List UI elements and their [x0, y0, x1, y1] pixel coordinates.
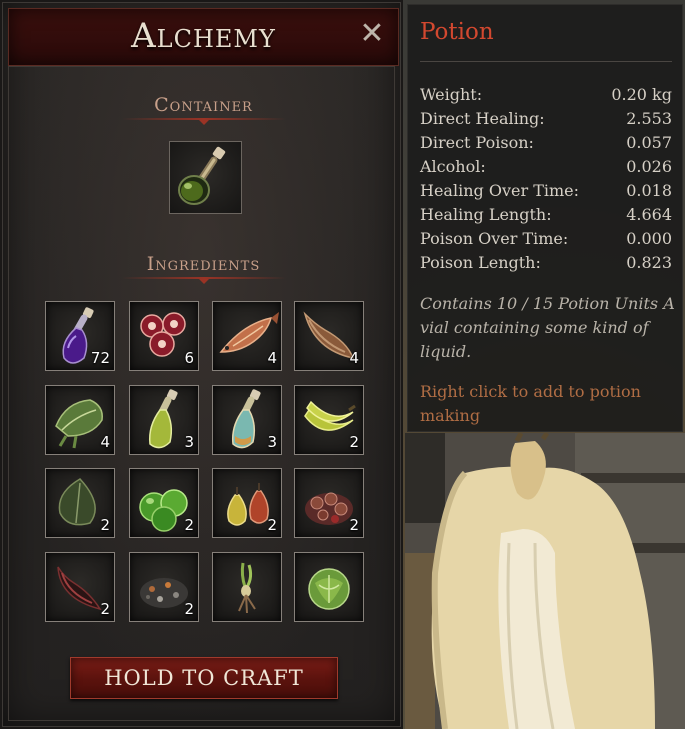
- item-count: 2: [100, 600, 110, 618]
- stat-label: Direct Poison:: [420, 133, 534, 152]
- ingredient-slot[interactable]: 4: [212, 301, 282, 371]
- item-count: 4: [349, 349, 359, 367]
- ingredient-slot[interactable]: 2: [45, 552, 115, 622]
- item-count: 3: [267, 433, 277, 451]
- ingredients-divider: [122, 277, 286, 284]
- item-count: 4: [267, 349, 277, 367]
- item-count: 6: [184, 349, 194, 367]
- ingredient-slot[interactable]: 2: [129, 552, 199, 622]
- ingredient-slot[interactable]: 2: [294, 385, 364, 455]
- stat-value: 4.664: [626, 205, 672, 224]
- stat-row: Direct Poison: 0.057: [420, 133, 672, 157]
- stat-value: 0.823: [626, 253, 672, 272]
- container-slot[interactable]: [169, 141, 242, 214]
- item-count: 2: [184, 516, 194, 534]
- stat-value: 0.026: [626, 157, 672, 176]
- stat-row: Healing Over Time: 0.018: [420, 181, 672, 205]
- stat-value: 0.20 kg: [611, 85, 672, 104]
- item-count: 2: [349, 516, 359, 534]
- stat-label: Direct Healing:: [420, 109, 545, 128]
- stat-label: Alcohol:: [420, 157, 486, 176]
- stat-value: 0.018: [626, 181, 672, 200]
- hold-to-craft-button[interactable]: HOLD TO CRAFT: [70, 657, 338, 699]
- stat-value: 2.553: [626, 109, 672, 128]
- panel-title: Alchemy: [131, 16, 276, 56]
- ingredient-slot[interactable]: 3: [212, 385, 282, 455]
- tooltip-hint: Right click to add to potion making: [420, 382, 641, 425]
- alchemy-panel: Alchemy ✕ Container Ingredients 72 6 4 4…: [0, 0, 403, 729]
- tooltip-description: Contains 10 / 15 Potion Units A vial con…: [420, 294, 675, 361]
- world-view: [405, 433, 685, 729]
- ingredient-slot[interactable]: [212, 552, 282, 622]
- ingredient-slot[interactable]: 4: [294, 301, 364, 371]
- item-count: 3: [184, 433, 194, 451]
- ingredient-slot[interactable]: 72: [45, 301, 115, 371]
- ingredient-slot[interactable]: 3: [129, 385, 199, 455]
- item-count: 2: [184, 600, 194, 618]
- ingredient-slot[interactable]: 4: [45, 385, 115, 455]
- stat-label: Weight:: [420, 85, 483, 104]
- ingredient-slot[interactable]: 2: [45, 468, 115, 538]
- tooltip-divider: [420, 61, 672, 62]
- root-plant-icon: [238, 562, 256, 614]
- stat-value: 0.057: [626, 133, 672, 152]
- stat-row: Alcohol: 0.026: [420, 157, 672, 181]
- ingredients-label: Ingredients: [146, 253, 261, 275]
- tooltip-title: Potion: [420, 19, 494, 45]
- horse-image: [405, 433, 685, 729]
- item-count: 4: [100, 433, 110, 451]
- stat-row: Poison Over Time: 0.000: [420, 229, 672, 253]
- ingredient-slot[interactable]: 2: [294, 468, 364, 538]
- stat-row: Healing Length: 4.664: [420, 205, 672, 229]
- ingredient-slot[interactable]: 2: [129, 468, 199, 538]
- stat-value: 0.000: [626, 229, 672, 248]
- stat-label: Poison Length:: [420, 253, 541, 272]
- container-divider: [122, 118, 286, 125]
- stat-label: Poison Over Time:: [420, 229, 569, 248]
- item-count: 2: [267, 516, 277, 534]
- close-icon[interactable]: ✕: [358, 19, 386, 49]
- container-label: Container: [154, 94, 253, 116]
- stat-label: Healing Length:: [420, 205, 552, 224]
- green-potion-flask-icon: [178, 146, 226, 205]
- ingredient-slot[interactable]: 2: [212, 468, 282, 538]
- stat-row: Poison Length: 0.823: [420, 253, 672, 277]
- stat-row: Direct Healing: 2.553: [420, 109, 672, 133]
- item-tooltip: Potion Weight: 0.20 kg Direct Healing: 2…: [407, 4, 683, 432]
- stat-row: Weight: 0.20 kg: [420, 85, 672, 109]
- cabbage-icon: [308, 568, 350, 610]
- item-count: 2: [100, 516, 110, 534]
- item-count: 2: [349, 433, 359, 451]
- ingredient-slot[interactable]: 6: [129, 301, 199, 371]
- ingredient-slot[interactable]: [294, 552, 364, 622]
- stat-label: Healing Over Time:: [420, 181, 580, 200]
- item-count: 72: [90, 349, 110, 367]
